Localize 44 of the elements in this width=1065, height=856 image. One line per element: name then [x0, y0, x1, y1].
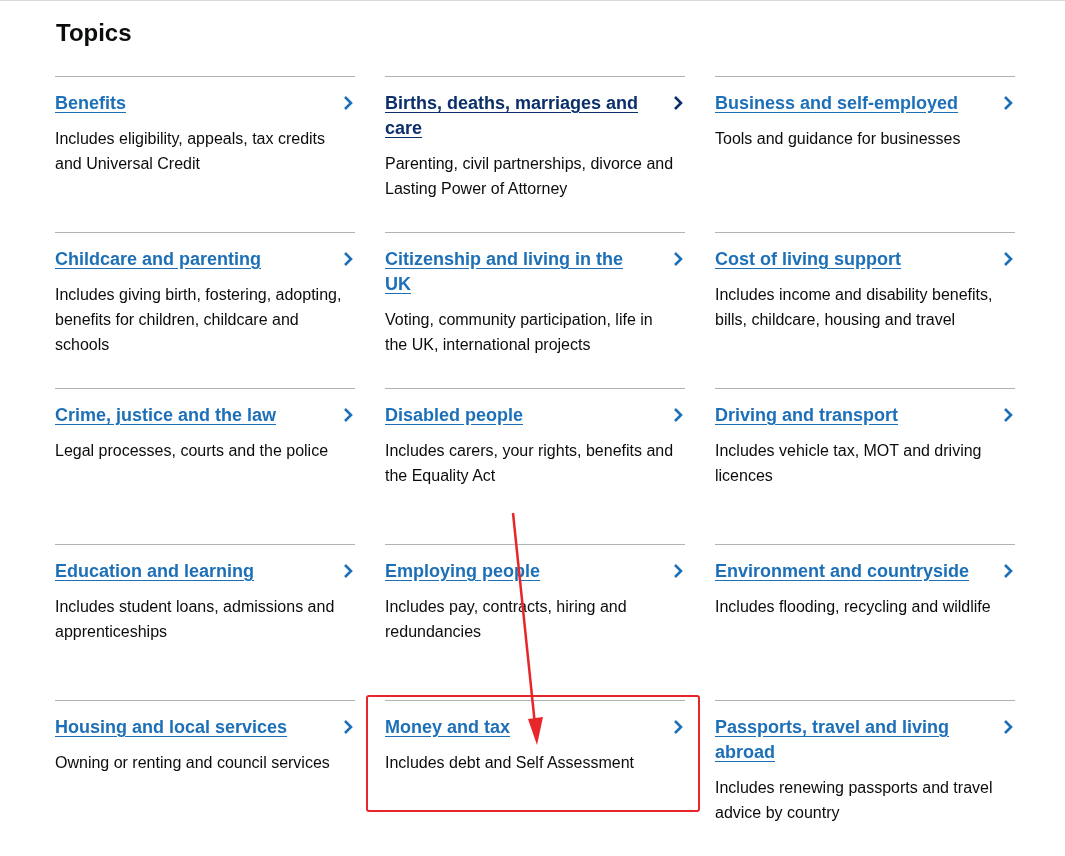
topic-description: Parenting, civil partnerships, divorce and Lasting Power of Attorney: [385, 154, 675, 199]
chevron-icon: [343, 408, 353, 422]
chevron-icon: [1003, 408, 1013, 422]
topic-description: Includes eligibility, appeals, tax credits and Universal Credit: [55, 129, 327, 174]
topic-link[interactable]: Education and learning: [55, 559, 255, 584]
topic-description: Includes income and disability benefits, bills, childcare, housing and travel: [715, 285, 994, 330]
topic-description: Owning or renting and council services: [55, 753, 331, 773]
chevron-icon: [673, 96, 683, 110]
chevron-icon: [673, 252, 683, 266]
chevron-icon: [1003, 252, 1013, 266]
chevron-icon: [343, 96, 353, 110]
chevron-icon: [673, 564, 683, 578]
chevron-icon: [673, 720, 683, 734]
chevron-icon: [343, 720, 353, 734]
chevron-icon: [673, 408, 683, 422]
chevron-icon: [1003, 96, 1013, 110]
topic-link[interactable]: Crime, justice and the law: [55, 403, 277, 428]
topic-description: Includes renewing passports and travel advice by country: [715, 778, 994, 823]
chevron-icon: [1003, 564, 1013, 578]
chevron-icon: [343, 564, 353, 578]
topic-link[interactable]: Childcare and parenting: [55, 247, 262, 272]
topic-description: Includes vehicle tax, MOT and driving licences: [715, 441, 983, 486]
topic-link[interactable]: Passports, travel and living abroad: [715, 715, 977, 765]
topic-link[interactable]: Business and self-employed: [715, 91, 959, 116]
topic-link[interactable]: Money and tax: [385, 715, 511, 740]
topic-link[interactable]: Cost of living support: [715, 247, 901, 272]
topic-link[interactable]: Births, deaths, marriages and care: [385, 91, 647, 141]
topic-link[interactable]: Citizenship and living in the UK: [385, 247, 647, 297]
topic-description: Legal processes, courts and the police: [55, 441, 330, 461]
topic-description: Includes giving birth, fostering, adopting, benefits for children, childcare and schools: [55, 285, 343, 355]
topic-description: Includes flooding, recycling and wildlife: [715, 597, 992, 617]
topic-description: Tools and guidance for businesses: [715, 129, 962, 149]
topic-description: Includes debt and Self Assessment: [385, 753, 636, 773]
chevron-icon: [343, 252, 353, 266]
topic-link[interactable]: Benefits: [55, 91, 126, 116]
section-heading: Topics: [56, 18, 133, 48]
topic-link[interactable]: Housing and local services: [55, 715, 288, 740]
topic-link[interactable]: Environment and countryside: [715, 559, 970, 584]
chevron-icon: [1003, 720, 1013, 734]
topic-description: Includes carers, your rights, benefits and the Equality Act: [385, 441, 675, 486]
topic-link[interactable]: Driving and transport: [715, 403, 898, 428]
topic-description: Includes student loans, admissions and apprenticeships: [55, 597, 336, 642]
topic-link[interactable]: Disabled people: [385, 403, 524, 428]
topic-description: Voting, community participation, life in the UK, international projects: [385, 310, 654, 355]
